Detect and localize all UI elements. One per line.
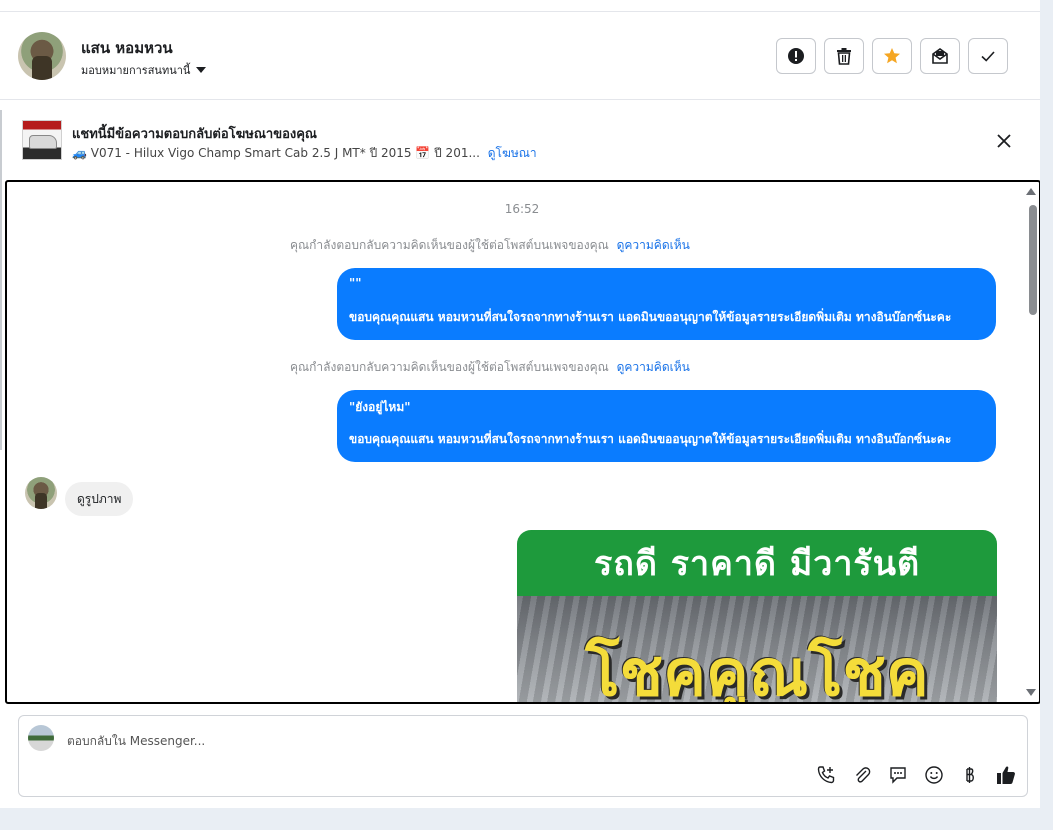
promo-banner-text: รถดี ราคาดี มีวารันตี	[517, 530, 997, 596]
like-button[interactable]	[995, 764, 1017, 786]
attach-button[interactable]	[851, 764, 873, 786]
mark-spam-button[interactable]	[776, 38, 816, 74]
system-note: คุณกำลังตอบกลับความคิดเห็นของผู้ใช้ต่อโพ…	[290, 358, 690, 377]
window-background-strip	[1040, 0, 1053, 830]
ad-reply-banner: แชทนี้มีข้อความตอบกลับต่อโฆษณาของคุณ 🚙 V…	[0, 101, 1040, 181]
thumbs-up-icon	[997, 766, 1015, 784]
message-thread[interactable]: 16:52 คุณกำลังตอบกลับความคิดเห็นของผู้ใช…	[5, 180, 1041, 704]
ad-thumbnail[interactable]	[22, 120, 62, 160]
outgoing-message[interactable]: "ยังอยู่ไหม" ขอบคุณคุณแสน หอมหวนที่สนใจร…	[337, 390, 996, 462]
composer-toolbar	[815, 764, 1017, 786]
phone-plus-icon	[817, 766, 835, 784]
scroll-down-arrow[interactable]	[1026, 689, 1036, 696]
ad-subtitle-text: 🚙 V071 - Hilux Vigo Champ Smart Cab 2.5 …	[72, 146, 480, 160]
delete-button[interactable]	[824, 38, 864, 74]
contact-avatar[interactable]	[18, 32, 66, 80]
emoji-button[interactable]	[923, 764, 945, 786]
smiley-icon	[925, 766, 943, 784]
envelope-icon	[932, 48, 948, 64]
payment-button[interactable]	[959, 764, 981, 786]
message-body: ขอบคุณคุณแสน หอมหวนที่สนใจรถจากทางร้านเร…	[349, 310, 952, 324]
saved-replies-button[interactable]	[887, 764, 909, 786]
contact-avatar-small[interactable]	[25, 477, 57, 509]
baht-icon	[966, 767, 974, 783]
image-message[interactable]: รถดี ราคาดี มีวารันตี โชคคูณโชค	[517, 530, 997, 704]
scroll-up-arrow[interactable]	[1026, 188, 1036, 195]
view-ad-link[interactable]: ดูโฆษณา	[488, 146, 537, 160]
message-quote: "ยังอยู่ไหม"	[349, 400, 411, 414]
call-button[interactable]	[815, 764, 837, 786]
system-note-text: คุณกำลังตอบกลับความคิดเห็นของผู้ใช้ต่อโพ…	[290, 238, 609, 252]
reply-composer[interactable]: ตอบกลับใน Messenger...	[18, 715, 1028, 797]
message-quote: ""	[349, 276, 362, 290]
view-comment-link[interactable]: ดูความคิดเห็น	[617, 360, 690, 374]
close-icon[interactable]	[994, 131, 1014, 151]
outgoing-message[interactable]: "" ขอบคุณคุณแสน หอมหวนที่สนใจรถจากทางร้า…	[337, 268, 996, 340]
trash-icon	[837, 48, 851, 65]
scrollbar-thumb[interactable]	[1029, 205, 1037, 315]
chat-bubble-icon	[890, 767, 906, 784]
assign-conversation-dropdown[interactable]: มอบหมายการสนทนานี้	[81, 61, 207, 79]
inbox-panel: แสน หอมหวน มอบหมายการสนทนานี้ แชทนี้มีข้…	[0, 0, 1041, 808]
ad-title: แชทนี้มีข้อความตอบกลับต่อโฆษณาของคุณ	[72, 127, 317, 142]
alert-icon	[788, 48, 804, 64]
conversation-header: แสน หอมหวน มอบหมายการสนทนานี้	[0, 12, 1040, 100]
star-icon	[884, 48, 900, 64]
reply-input[interactable]: ตอบกลับใน Messenger...	[67, 732, 205, 751]
mark-unread-button[interactable]	[920, 38, 960, 74]
star-button[interactable]	[872, 38, 912, 74]
check-icon	[981, 51, 995, 62]
view-comment-link[interactable]: ดูความคิดเห็น	[617, 238, 690, 252]
header-actions	[776, 38, 1008, 74]
mark-done-button[interactable]	[968, 38, 1008, 74]
contact-name[interactable]: แสน หอมหวน	[81, 36, 173, 60]
ad-subtitle: 🚙 V071 - Hilux Vigo Champ Smart Cab 2.5 …	[72, 144, 537, 163]
incoming-message[interactable]: ดูรูปภาพ	[65, 482, 134, 516]
promo-title: โชคคูณโชค	[585, 636, 929, 704]
system-note-text: คุณกำลังตอบกลับความคิดเห็นของผู้ใช้ต่อโพ…	[290, 360, 609, 374]
caret-down-icon	[196, 67, 207, 73]
assign-label: มอบหมายการสนทนานี้	[81, 64, 191, 77]
page-avatar	[28, 725, 54, 751]
paperclip-icon	[856, 767, 871, 783]
system-note: คุณกำลังตอบกลับความคิดเห็นของผู้ใช้ต่อโพ…	[290, 236, 690, 255]
message-body: ขอบคุณคุณแสน หอมหวนที่สนใจรถจากทางร้านเร…	[349, 432, 952, 446]
message-timestamp: 16:52	[504, 202, 540, 216]
